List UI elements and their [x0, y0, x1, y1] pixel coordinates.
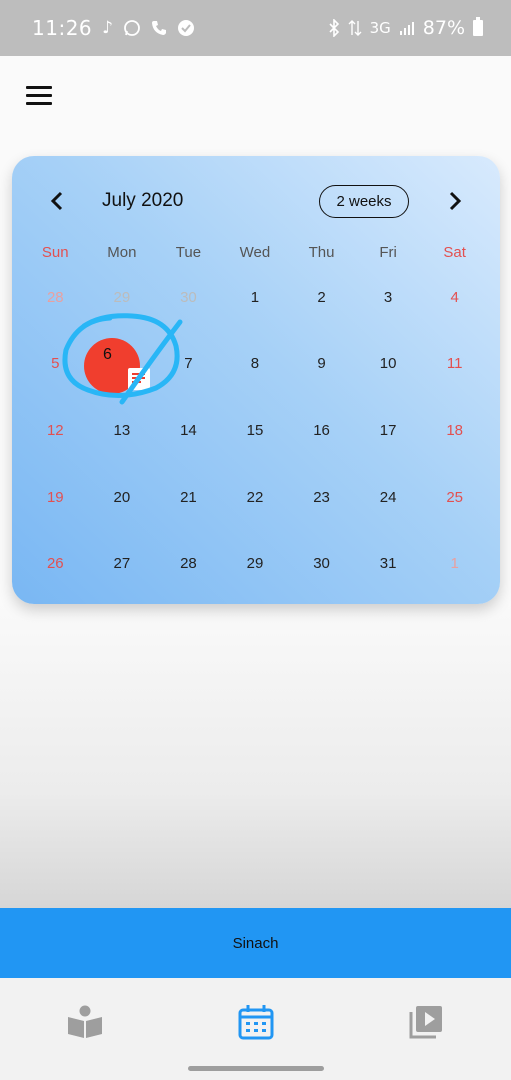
- calendar-icon[interactable]: [236, 1002, 276, 1042]
- calendar-card: July 2020 2 weeks Sun Mon Tue Wed Thu Fr…: [12, 156, 500, 604]
- day-cell[interactable]: 9: [288, 331, 355, 398]
- day-cell[interactable]: 17: [355, 397, 422, 464]
- day-cell[interactable]: 28: [155, 530, 222, 597]
- app-bar: [0, 56, 511, 136]
- day-cell[interactable]: 26: [22, 530, 89, 597]
- book-reader-icon[interactable]: [65, 1002, 105, 1042]
- bottom-nav: [0, 978, 511, 1080]
- day-cell[interactable]: 10: [355, 331, 422, 398]
- day-cell[interactable]: 20: [89, 464, 156, 531]
- day-cell[interactable]: 1: [222, 264, 289, 331]
- month-title: July 2020: [102, 190, 184, 211]
- day-cell[interactable]: 24: [355, 464, 422, 531]
- network-type: 3G: [369, 19, 391, 37]
- video-library-icon[interactable]: [406, 1002, 446, 1042]
- day-cell[interactable]: 21: [155, 464, 222, 531]
- day-cell[interactable]: 28: [22, 264, 89, 331]
- week-row: 19 20 21 22 23 24 25: [22, 464, 488, 531]
- now-playing-label: Sinach: [232, 934, 279, 952]
- status-time: 11:26: [32, 16, 93, 40]
- home-indicator[interactable]: [188, 1066, 324, 1071]
- day-cell[interactable]: 29: [222, 530, 289, 597]
- bluetooth-icon: [328, 19, 340, 37]
- day-cell[interactable]: 12: [22, 397, 89, 464]
- status-right: 3G 87%: [328, 0, 483, 56]
- week-row: 12 13 14 15 16 17 18: [22, 397, 488, 464]
- day-cell[interactable]: 4: [421, 264, 488, 331]
- status-left: 11:26 ♪: [32, 0, 195, 56]
- day-cell[interactable]: 19: [22, 464, 89, 531]
- week-row: 28 29 30 1 2 3 4: [22, 264, 488, 331]
- chevron-right-icon[interactable]: [440, 186, 470, 216]
- phone-icon: [151, 20, 167, 36]
- day-cell[interactable]: 1: [421, 530, 488, 597]
- day-cell[interactable]: 27: [89, 530, 156, 597]
- data-transfer-icon: [348, 19, 362, 37]
- battery-percent: 87%: [422, 17, 465, 39]
- day-cell[interactable]: 15: [222, 397, 289, 464]
- day-cell[interactable]: 2: [288, 264, 355, 331]
- day-cell[interactable]: 25: [421, 464, 488, 531]
- day-cell[interactable]: 22: [222, 464, 289, 531]
- day-cell[interactable]: 7: [155, 331, 222, 398]
- battery-icon: [473, 17, 483, 36]
- tiktok-icon: ♪: [102, 17, 113, 38]
- status-bar: 11:26 ♪ 3G 87%: [0, 0, 511, 56]
- chevron-left-icon[interactable]: [42, 186, 72, 216]
- day-cell[interactable]: 16: [288, 397, 355, 464]
- signal-icon: [399, 20, 415, 36]
- now-playing-bar[interactable]: Sinach: [0, 908, 511, 978]
- day-cell[interactable]: 18: [421, 397, 488, 464]
- day-grid: 28 29 30 1 2 3 4 5 7 8 9 10 11 12 13 14 …: [22, 264, 488, 597]
- day-cell[interactable]: 13: [89, 397, 156, 464]
- event-note-icon: [128, 368, 150, 390]
- whatsapp-icon: [123, 19, 141, 37]
- day-cell[interactable]: 5: [22, 331, 89, 398]
- day-cell[interactable]: 30: [288, 530, 355, 597]
- day-cell[interactable]: 30: [155, 264, 222, 331]
- day-cell[interactable]: 14: [155, 397, 222, 464]
- day-cell[interactable]: 3: [355, 264, 422, 331]
- day-cell[interactable]: 29: [89, 264, 156, 331]
- calendar-header: July 2020 2 weeks: [12, 156, 500, 248]
- format-button[interactable]: 2 weeks: [319, 185, 409, 218]
- day-cell[interactable]: 8: [222, 331, 289, 398]
- day-cell[interactable]: 23: [288, 464, 355, 531]
- selected-day-number: 6: [103, 346, 112, 363]
- day-cell[interactable]: 11: [421, 331, 488, 398]
- day-cell[interactable]: 31: [355, 530, 422, 597]
- check-circle-icon: [177, 19, 195, 37]
- menu-icon[interactable]: [22, 78, 58, 114]
- week-row: 26 27 28 29 30 31 1: [22, 530, 488, 597]
